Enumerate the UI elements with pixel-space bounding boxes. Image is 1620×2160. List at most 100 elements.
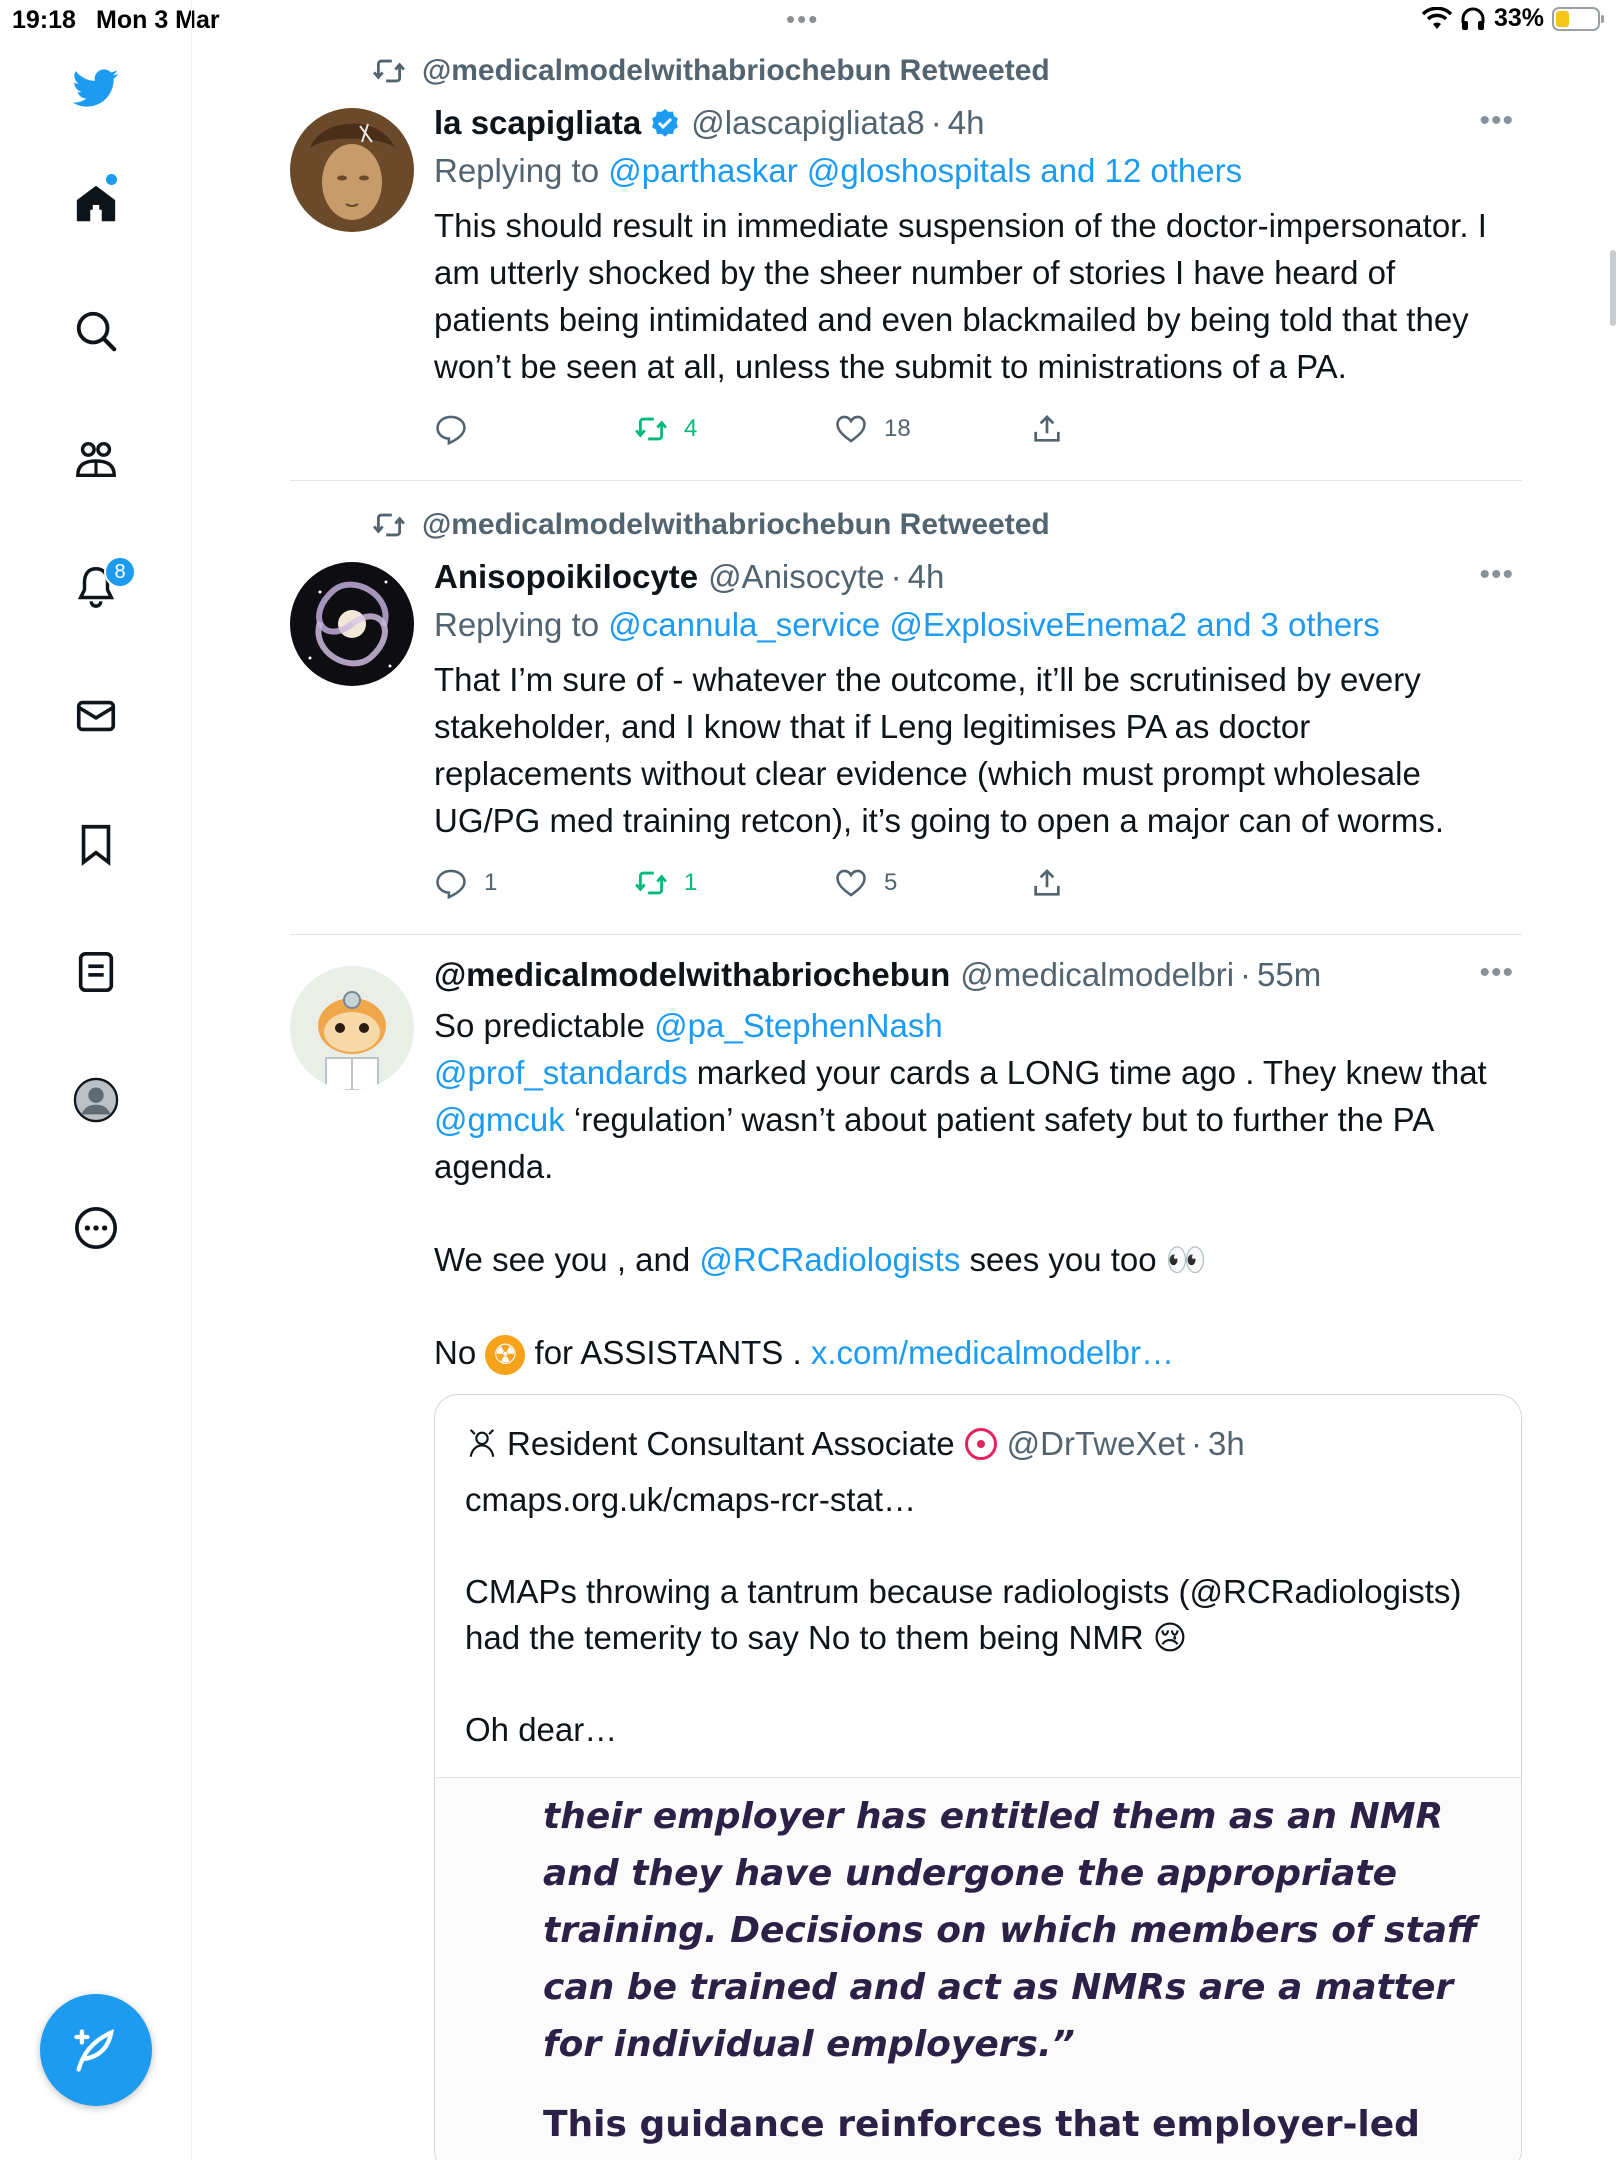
quoted-paragraph: CMAPs throwing a tantrum because radiolo… [465,1573,1462,1656]
retweeted-by-label: @medicalmodelwithabriochebun Retweeted [422,508,1050,541]
twitter-logo-icon[interactable] [70,62,122,114]
tweet-content: Anisopoikilocyte @Anisocyte · 4h ••• Rep… [434,558,1514,912]
tweet-header: Anisopoikilocyte @Anisocyte · 4h [434,558,1514,596]
replying-to-users[interactable]: @cannula_service @ExplosiveEnema2 and 3 … [608,606,1379,643]
reply-button[interactable] [434,412,484,446]
tweet-time[interactable]: 4h [908,558,945,596]
text-span: No [434,1334,486,1371]
like-button[interactable]: 5 [834,866,897,900]
like-button[interactable]: 18 [834,412,911,446]
retweet-icon [373,513,405,537]
retweet-count: 4 [684,415,698,442]
quoted-tweet-time[interactable]: 3h [1208,1425,1245,1463]
more-options-icon[interactable]: ••• [1479,956,1514,990]
separator-dot: · [1240,956,1252,993]
image-text: their employer has entitled them as an N… [543,1796,1478,2065]
mention-link[interactable]: @RCRadiologists [699,1241,960,1278]
retweet-button[interactable]: 1 [634,866,697,900]
share-button[interactable] [1030,866,1064,900]
author-handle[interactable]: @Anisocyte [708,558,885,596]
compose-feather-icon [74,2029,114,2072]
quoted-author-name[interactable]: Resident Consultant Associate [507,1425,955,1463]
tweet-actions: 1 1 5 [434,866,1514,912]
communities-icon[interactable] [70,434,122,486]
tweet-content: @medicalmodelwithabriochebun @medicalmod… [434,956,1514,1376]
mail-icon[interactable] [70,690,122,742]
replying-to-label: Replying to [434,606,600,643]
heart-icon [836,415,866,443]
url-link[interactable]: x.com/medicalmodelbr… [811,1334,1174,1371]
more-options-icon[interactable]: ••• [1479,558,1514,592]
tweet-actions: 4 18 [434,412,1514,458]
replying-to-line: Replying to @cannula_service @ExplosiveE… [434,606,1514,644]
separator-dot: · [890,558,902,595]
text-span: for ASSISTANTS . [525,1334,811,1371]
battery-percent: 33% [1493,4,1544,32]
mention-link[interactable]: @pa_StephenNash [654,1007,943,1044]
reply-button[interactable]: 1 [434,866,497,900]
search-icon[interactable] [70,305,122,357]
more-options-icon[interactable]: ••• [1479,104,1514,138]
battery-icon [1552,6,1604,31]
retweeted-by-row: @medicalmodelwithabriochebun Retweeted [372,508,1050,542]
reply-icon [436,869,466,900]
home-icon[interactable] [70,178,122,230]
quoted-tweet[interactable]: Resident Consultant Associate @DrTweXet … [434,1394,1522,2160]
scrollbar[interactable] [1610,250,1616,326]
compose-tweet-button[interactable] [40,1994,152,2106]
separator-dot: · [1190,1425,1202,1462]
author-handle[interactable]: @lascapigliata8 [691,104,924,142]
status-right: 33% [1421,4,1604,33]
quoted-author-handle[interactable]: @DrTweXet [1007,1425,1185,1463]
verified-badge-icon [652,109,679,137]
radioactive-emoji-icon: ☢ [485,1335,526,1376]
text-span: marked your cards a LONG time ago . They… [687,1054,1487,1091]
retweeted-by-label: @medicalmodelwithabriochebun Retweeted [422,54,1050,87]
retweet-icon [373,59,405,83]
home-unread-dot [106,174,117,185]
headphones-icon [1461,7,1485,30]
author-handle[interactable]: @medicalmodelbri [960,956,1234,994]
clown-emoji-icon [964,1428,997,1460]
more-circle-icon[interactable] [70,1202,122,1254]
image-text: This guidance reinforces that employer-l… [543,2104,1420,2145]
text-span: sees you too 👀 [960,1241,1207,1278]
replying-to-users[interactable]: @parthaskar @gloshospitals and 12 others [608,152,1242,189]
avatar[interactable] [290,562,414,686]
like-count: 18 [884,415,911,442]
lists-icon[interactable] [70,946,122,998]
mention-link[interactable]: @prof_standards [434,1054,688,1091]
mention-link[interactable]: @gmcuk [434,1101,565,1138]
tweet-time[interactable]: 55m [1257,956,1321,994]
tweet-text: This should result in immediate suspensi… [434,207,1487,385]
share-icon [1034,869,1060,896]
tweet-header: la scapigliata @lascapigliata8 · 4h [434,104,1514,142]
author-name[interactable]: la scapigliata [434,104,641,142]
quoted-tweet-image[interactable]: their employer has entitled them as an N… [435,1777,1521,2160]
avatar[interactable] [290,108,414,232]
retweet-icon [635,417,667,441]
text-span: We see you , and [434,1241,700,1278]
author-name[interactable]: @medicalmodelwithabriochebun [434,956,950,994]
tweet-paragraph: No ☢ for ASSISTANTS . x.com/medicalmodel… [434,1329,1514,1376]
tweet-paragraph: So predictable @pa_StephenNash @prof_sta… [434,1002,1514,1190]
tweet-header: @medicalmodelwithabriochebun @medicalmod… [434,956,1514,994]
divider [290,480,1522,481]
retweeted-by-row: @medicalmodelwithabriochebun Retweeted [372,54,1050,88]
separator-dot: · [930,104,942,141]
text-span: So predictable [434,1007,655,1044]
tweet[interactable]: @medicalmodelwithabriochebun @medicalmod… [290,956,1522,2160]
replying-to-label: Replying to [434,152,600,189]
share-button[interactable] [1030,412,1064,446]
quoted-link-text[interactable]: cmaps.org.uk/cmaps-rcr-stat… [465,1477,1495,1523]
retweet-button[interactable]: 4 [634,412,697,446]
tweet-content: la scapigliata @lascapigliata8 · 4h ••• … [434,104,1514,458]
avatar[interactable] [290,966,414,1090]
multitasking-dots-icon[interactable]: ••• [786,4,819,35]
share-icon [1034,415,1060,442]
profile-icon[interactable] [70,1074,122,1126]
author-name[interactable]: Anisopoikilocyte [434,558,698,596]
heart-icon [836,869,866,897]
tweet-time[interactable]: 4h [948,104,985,142]
bookmark-icon[interactable] [70,818,122,870]
